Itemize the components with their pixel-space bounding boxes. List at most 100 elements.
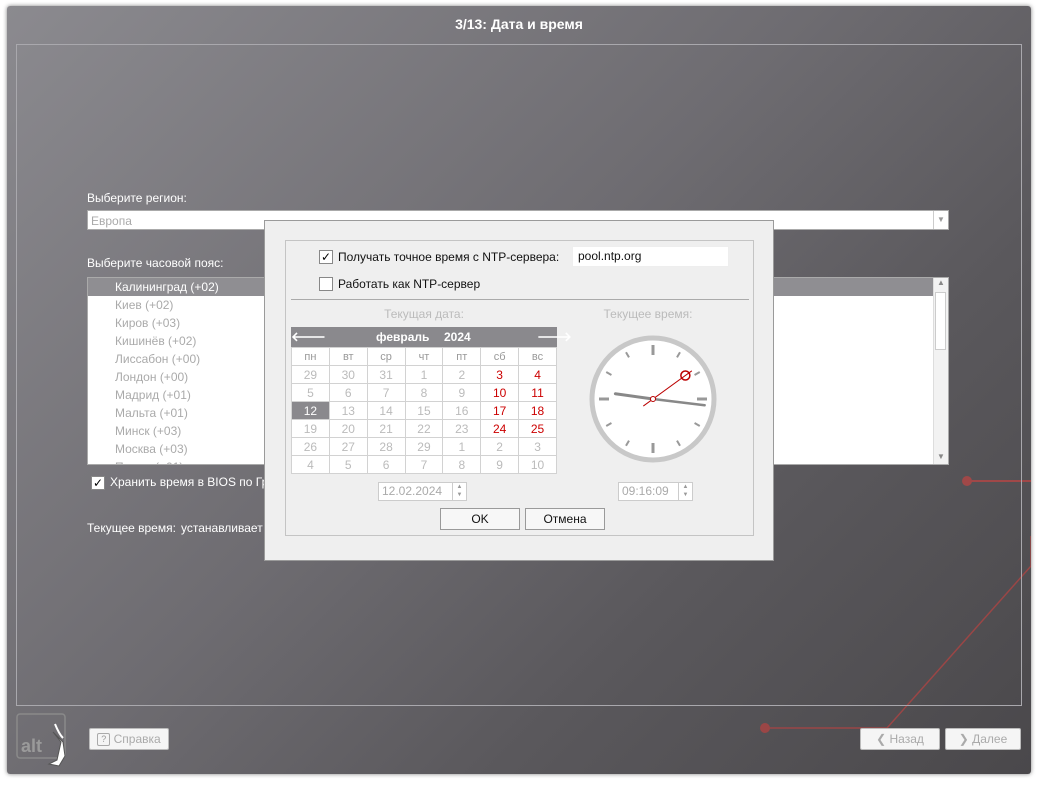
weekday-header: ср [366, 347, 406, 366]
calendar-day[interactable]: 17 [480, 401, 520, 420]
calendar-day[interactable]: 13 [328, 401, 368, 420]
calendar-day[interactable]: 6 [366, 455, 406, 474]
weekday-header: вс [518, 347, 557, 366]
calendar-year[interactable]: 2024 [444, 327, 471, 347]
calendar-day[interactable]: 6 [328, 383, 368, 402]
calendar-day[interactable]: 10 [480, 383, 520, 402]
calendar-day[interactable]: 28 [366, 437, 406, 456]
chevron-down-icon[interactable]: ▼ [933, 211, 948, 229]
calendar-day[interactable]: 22 [404, 419, 444, 438]
current-time-value: устанавливает [181, 521, 263, 535]
calendar-day[interactable]: 1 [442, 437, 482, 456]
scroll-down-icon[interactable]: ▼ [934, 452, 948, 464]
region-label: Выберите регион: [87, 191, 187, 205]
calendar-day[interactable]: 7 [366, 383, 406, 402]
calendar-day[interactable]: 1 [404, 365, 444, 384]
scrollbar-thumb[interactable] [935, 292, 946, 350]
date-spinbox-value: 12.02.2024 [382, 484, 443, 498]
calendar-day[interactable]: 5 [328, 455, 368, 474]
calendar-day[interactable]: 4 [291, 455, 330, 474]
calendar-day[interactable]: 30 [328, 365, 368, 384]
ntp-server-input[interactable]: pool.ntp.org [572, 246, 729, 267]
calendar-day[interactable]: 19 [291, 419, 330, 438]
bios-checkbox-label: Хранить время в BIOS по Гр [110, 475, 269, 489]
calendar-day[interactable]: 7 [404, 455, 444, 474]
date-spinbox[interactable]: 12.02.2024 ▲ ▼ [378, 482, 467, 501]
time-spinbox-value: 09:16:09 [622, 484, 669, 498]
next-button[interactable]: ❯ Далее [945, 728, 1021, 750]
chevron-right-icon: ❯ [958, 732, 969, 746]
next-month-arrow-icon[interactable]: 🡒 [537, 327, 572, 347]
bios-checkbox[interactable]: ✓ [91, 476, 105, 490]
weekday-header: пн [291, 347, 330, 366]
calendar-day[interactable]: 31 [366, 365, 406, 384]
calendar-day[interactable]: 15 [404, 401, 444, 420]
back-button[interactable]: ❮ Назад [860, 728, 940, 750]
back-button-label: Назад [889, 732, 924, 746]
weekday-header: вт [328, 347, 368, 366]
current-date-label: Текущая дата: [384, 307, 464, 321]
calendar-day[interactable]: 2 [442, 365, 482, 384]
calendar-day[interactable]: 18 [518, 401, 557, 420]
weekday-header: сб [480, 347, 520, 366]
ntp-server-mode-checkbox[interactable] [319, 277, 333, 291]
calendar-day[interactable]: 21 [366, 419, 406, 438]
scroll-up-icon[interactable]: ▲ [934, 278, 948, 290]
calendar-month[interactable]: февраль [376, 327, 429, 347]
ntp-checkbox-label: Получать точное время с NTP-сервера: [338, 250, 560, 264]
calendar-grid: пн вт ср чт пт сб вс 29 30 31 1 2 3 4 5 6 7 8 9 10 11 12 13 14 1… [291, 347, 557, 474]
calendar-day[interactable]: 12 [291, 401, 330, 420]
dialog-separator [291, 299, 749, 300]
prev-month-arrow-icon[interactable]: 🡐 [291, 327, 326, 347]
calendar-day[interactable]: 23 [442, 419, 482, 438]
calendar-day[interactable]: 24 [480, 419, 520, 438]
ok-button[interactable]: OK [440, 508, 520, 530]
analog-clock [589, 335, 717, 463]
calendar-header: 🡐 февраль 2024 🡒 [291, 327, 572, 347]
calendar-day[interactable]: 8 [442, 455, 482, 474]
calendar-day[interactable]: 14 [366, 401, 406, 420]
timezone-scrollbar[interactable]: ▲ ▼ [933, 278, 948, 464]
help-button[interactable]: ? Справка [89, 728, 169, 750]
weekday-header: чт [404, 347, 444, 366]
current-time-dialog-label: Текущее время: [603, 307, 693, 321]
chevron-left-icon: ❮ [876, 732, 887, 746]
cancel-button[interactable]: Отмена [525, 508, 605, 530]
calendar-day[interactable]: 16 [442, 401, 482, 420]
help-icon: ? [97, 733, 111, 747]
calendar-day[interactable]: 27 [328, 437, 368, 456]
calendar-day[interactable]: 10 [518, 455, 557, 474]
svg-text:alt: alt [21, 736, 42, 756]
calendar-day[interactable]: 4 [518, 365, 557, 384]
basealt-logo: alt [16, 713, 66, 767]
datetime-dialog: ✓ Получать точное время с NTP-сервера: p… [264, 220, 774, 561]
calendar-day[interactable]: 25 [518, 419, 557, 438]
timezone-label: Выберите часовой пояс: [87, 256, 224, 270]
calendar-day[interactable]: 29 [291, 365, 330, 384]
ntp-checkbox[interactable]: ✓ [319, 250, 333, 264]
help-button-label: Справка [113, 732, 161, 746]
calendar-day[interactable]: 26 [291, 437, 330, 456]
checkmark-icon: ✓ [92, 476, 104, 490]
spinbox-arrows-icon[interactable]: ▲ ▼ [678, 483, 692, 500]
calendar-day[interactable]: 11 [518, 383, 557, 402]
calendar-day[interactable]: 3 [518, 437, 557, 456]
calendar-day[interactable]: 20 [328, 419, 368, 438]
ntp-server-mode-label: Работать как NTP-сервер [338, 277, 481, 291]
calendar[interactable]: 🡐 февраль 2024 🡒 пн вт ср чт пт сб вс 29 30 31 1 2 3… [291, 327, 572, 475]
calendar-day[interactable]: 3 [480, 365, 520, 384]
calendar-day[interactable]: 29 [404, 437, 444, 456]
region-combo-value: Европа [91, 214, 132, 228]
calendar-day[interactable]: 8 [404, 383, 444, 402]
time-spinbox[interactable]: 09:16:09 ▲ ▼ [618, 482, 693, 501]
current-time-label: Текущее время: [87, 521, 176, 535]
spinbox-arrows-icon[interactable]: ▲ ▼ [452, 483, 466, 500]
weekday-header: пт [442, 347, 482, 366]
window-title: 3/13: Дата и время [455, 16, 583, 32]
calendar-day[interactable]: 9 [442, 383, 482, 402]
next-button-label: Далее [972, 732, 1008, 746]
calendar-day[interactable]: 9 [480, 455, 520, 474]
calendar-day[interactable]: 5 [291, 383, 330, 402]
checkmark-icon: ✓ [320, 250, 332, 264]
calendar-day[interactable]: 2 [480, 437, 520, 456]
